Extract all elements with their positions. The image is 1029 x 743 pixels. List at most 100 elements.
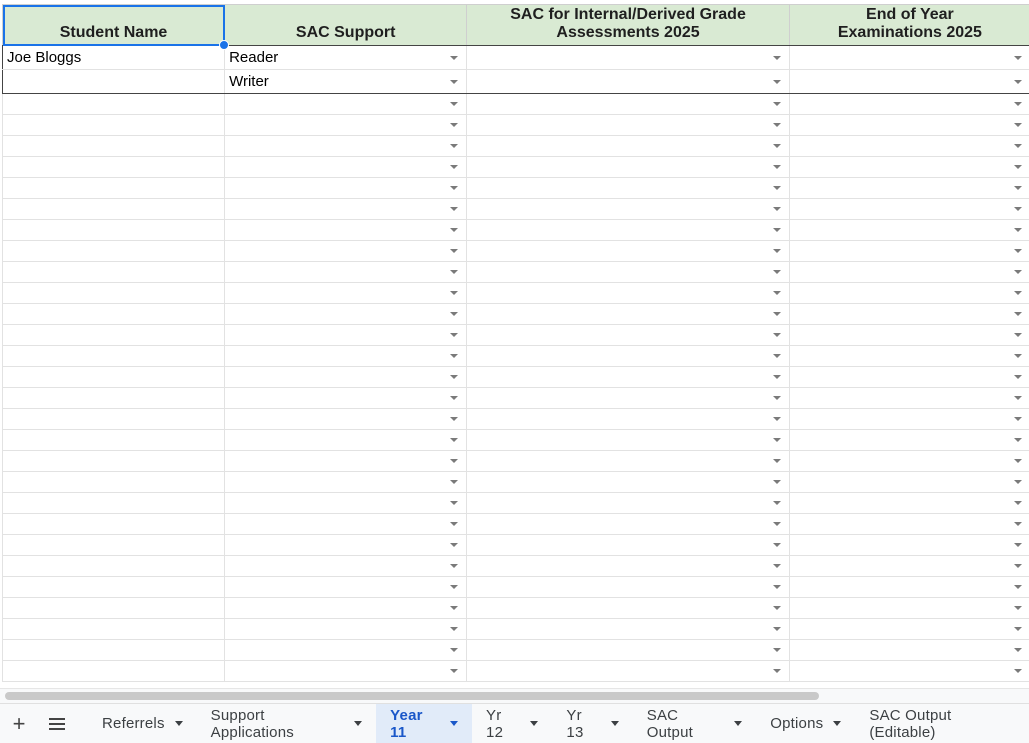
dropdown-arrow-icon[interactable] <box>450 438 459 442</box>
dropdown-arrow-icon[interactable] <box>450 186 459 190</box>
horizontal-scrollbar[interactable] <box>0 688 1029 703</box>
cell-student-name[interactable] <box>1 69 226 94</box>
dropdown-arrow-icon[interactable] <box>1014 186 1022 190</box>
cell-sac-support[interactable] <box>224 639 468 661</box>
cell-sac-support[interactable] <box>224 492 468 514</box>
cell-end-of-year[interactable] <box>788 219 1029 241</box>
cell-student-name[interactable] <box>1 513 226 535</box>
cell-end-of-year[interactable] <box>788 135 1029 157</box>
header-end-of-year-exams[interactable]: End of Year Examinations 2025 <box>788 4 1029 46</box>
dropdown-arrow-icon[interactable] <box>772 417 781 421</box>
cell-sac-support[interactable] <box>224 282 468 304</box>
cell-sac-support[interactable] <box>224 303 468 325</box>
dropdown-arrow-icon[interactable] <box>772 291 781 295</box>
cell-end-of-year[interactable] <box>788 282 1029 304</box>
caret-down-icon[interactable] <box>734 721 743 726</box>
cell-sac-internal[interactable] <box>466 429 790 451</box>
dropdown-arrow-icon[interactable] <box>1014 123 1022 127</box>
caret-down-icon[interactable] <box>174 721 183 726</box>
dropdown-arrow-icon[interactable] <box>772 249 781 253</box>
cell-sac-internal[interactable] <box>466 45 790 70</box>
cell-student-name[interactable] <box>1 597 226 619</box>
cell-student-name[interactable] <box>1 534 226 556</box>
cell-sac-internal[interactable] <box>466 177 790 199</box>
cell-end-of-year[interactable] <box>788 156 1029 178</box>
dropdown-arrow-icon[interactable] <box>450 396 459 400</box>
cell-sac-support[interactable] <box>224 555 468 577</box>
dropdown-arrow-icon[interactable] <box>772 354 781 358</box>
cell-sac-support[interactable] <box>224 219 468 241</box>
dropdown-arrow-icon[interactable] <box>1014 55 1022 60</box>
cell-student-name[interactable] <box>1 555 226 577</box>
cell-sac-internal[interactable] <box>466 282 790 304</box>
dropdown-arrow-icon[interactable] <box>772 585 781 589</box>
cell-student-name[interactable] <box>1 660 226 682</box>
dropdown-arrow-icon[interactable] <box>450 354 459 358</box>
dropdown-arrow-icon[interactable] <box>450 249 459 253</box>
dropdown-arrow-icon[interactable] <box>1014 522 1022 526</box>
cell-end-of-year[interactable] <box>788 534 1029 556</box>
cell-end-of-year[interactable] <box>788 450 1029 472</box>
dropdown-arrow-icon[interactable] <box>450 459 459 463</box>
dropdown-arrow-icon[interactable] <box>1014 144 1022 148</box>
dropdown-arrow-icon[interactable] <box>1014 438 1022 442</box>
dropdown-arrow-icon[interactable] <box>1014 228 1022 232</box>
dropdown-arrow-icon[interactable] <box>772 333 781 337</box>
dropdown-arrow-icon[interactable] <box>772 396 781 400</box>
header-student-name[interactable]: Student Name <box>1 4 230 50</box>
cell-sac-internal[interactable] <box>466 576 790 598</box>
cell-student-name[interactable] <box>1 618 226 640</box>
dropdown-arrow-icon[interactable] <box>450 123 459 127</box>
header-sac-internal-assessments[interactable]: SAC for Internal/Derived Grade Assessment… <box>466 4 790 46</box>
cell-sac-support[interactable] <box>224 240 468 262</box>
cell-sac-internal[interactable] <box>466 135 790 157</box>
cell-student-name[interactable] <box>1 219 226 241</box>
cell-sac-internal[interactable] <box>466 345 790 367</box>
cell-sac-support[interactable]: Writer <box>224 69 468 94</box>
tab-sac-output[interactable]: SAC Output <box>633 704 756 743</box>
dropdown-arrow-icon[interactable] <box>1014 291 1022 295</box>
cell-end-of-year[interactable] <box>788 177 1029 199</box>
cell-end-of-year[interactable] <box>788 303 1029 325</box>
dropdown-arrow-icon[interactable] <box>450 522 459 526</box>
dropdown-arrow-icon[interactable] <box>1014 354 1022 358</box>
cell-end-of-year[interactable] <box>788 345 1029 367</box>
dropdown-arrow-icon[interactable] <box>450 270 459 274</box>
tab-yr-13[interactable]: Yr 13 <box>552 704 632 743</box>
dropdown-arrow-icon[interactable] <box>450 417 459 421</box>
cell-sac-internal[interactable] <box>466 408 790 430</box>
cell-sac-support[interactable] <box>224 177 468 199</box>
dropdown-arrow-icon[interactable] <box>1014 249 1022 253</box>
cell-student-name[interactable] <box>1 114 226 136</box>
cell-student-name[interactable] <box>1 303 226 325</box>
cell-student-name[interactable] <box>1 135 226 157</box>
cell-student-name[interactable] <box>1 198 226 220</box>
cell-sac-support[interactable] <box>224 513 468 535</box>
dropdown-arrow-icon[interactable] <box>772 501 781 505</box>
dropdown-arrow-icon[interactable] <box>1014 669 1022 673</box>
dropdown-arrow-icon[interactable] <box>450 627 459 631</box>
cell-sac-internal[interactable] <box>466 240 790 262</box>
cell-end-of-year[interactable] <box>788 69 1029 94</box>
dropdown-arrow-icon[interactable] <box>450 606 459 610</box>
dropdown-arrow-icon[interactable] <box>1014 606 1022 610</box>
dropdown-arrow-icon[interactable] <box>450 669 459 673</box>
cell-sac-internal[interactable] <box>466 69 790 94</box>
dropdown-arrow-icon[interactable] <box>450 207 459 211</box>
cell-student-name[interactable] <box>1 429 226 451</box>
cell-sac-support[interactable] <box>224 597 468 619</box>
cell-sac-internal[interactable] <box>466 534 790 556</box>
cell-sac-internal[interactable] <box>466 597 790 619</box>
cell-sac-internal[interactable] <box>466 639 790 661</box>
cell-end-of-year[interactable] <box>788 45 1029 70</box>
dropdown-arrow-icon[interactable] <box>450 144 459 148</box>
cell-sac-support[interactable] <box>224 324 468 346</box>
dropdown-arrow-icon[interactable] <box>1014 312 1022 316</box>
caret-down-icon[interactable] <box>530 721 539 726</box>
cell-student-name[interactable] <box>1 324 226 346</box>
cell-student-name[interactable] <box>1 345 226 367</box>
cell-student-name[interactable] <box>1 177 226 199</box>
cell-end-of-year[interactable] <box>788 597 1029 619</box>
dropdown-arrow-icon[interactable] <box>450 648 459 652</box>
cell-sac-support[interactable] <box>224 114 468 136</box>
